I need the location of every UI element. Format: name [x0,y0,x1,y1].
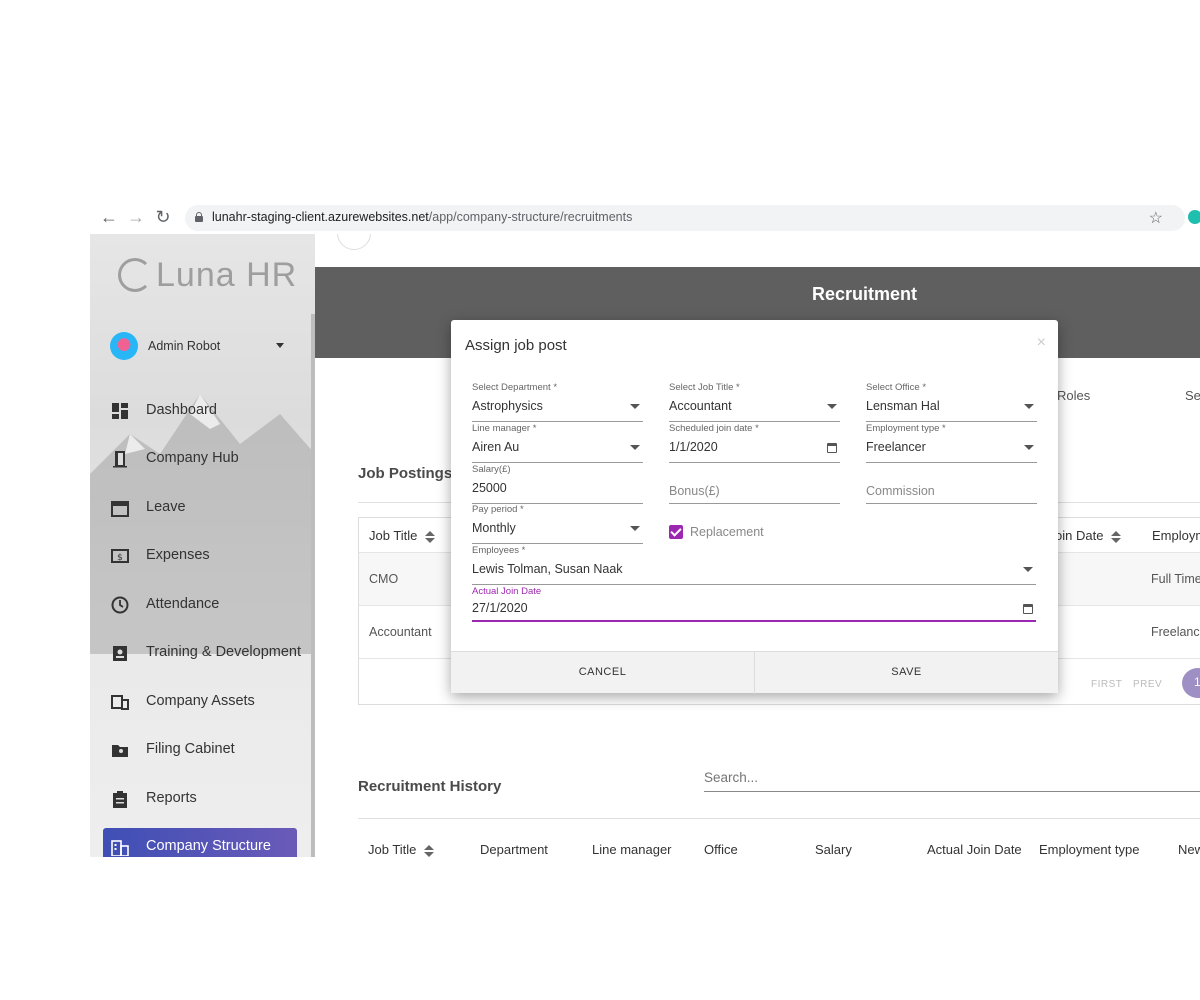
close-icon[interactable]: × [1037,334,1046,352]
recruitment-history-title: Recruitment History [358,778,502,795]
history-header-job-title[interactable]: Job Title [368,842,435,857]
avatar [110,332,138,360]
calendar-icon[interactable] [1023,604,1033,614]
money-icon: $ [111,549,129,563]
divider [358,818,1200,819]
history-header-employment-type[interactable]: Employment type [1039,842,1139,857]
actual-join-date-field[interactable]: Actual Join Date 27/1/2020 [472,586,1036,622]
replacement-label: Replacement [690,525,764,539]
cancel-button[interactable]: CANCEL [451,652,754,694]
sidebar-item-attendance[interactable]: Attendance [103,586,297,624]
history-header-office[interactable]: Office [704,842,738,857]
sidebar-item-company-hub[interactable]: Company Hub [103,440,297,478]
dashboard-icon [112,403,128,419]
building-icon [111,840,129,856]
history-header-actual-join-date[interactable]: Actual Join Date [927,842,1022,857]
reload-icon[interactable]: ↻ [152,206,174,228]
user-name: Admin Robot [148,339,221,353]
dropdown-arrow-icon [1024,445,1034,450]
sidebar-item-leave[interactable]: Leave [103,489,297,527]
line-manager-select[interactable]: Line manager * Airen Au [472,423,643,463]
column-header-job-title[interactable]: Job Title [369,528,436,543]
history-header-salary[interactable]: Salary [815,842,852,857]
back-arrow-icon[interactable]: ← [98,206,120,228]
tab-settings[interactable]: Se [1185,388,1200,403]
dropdown-arrow-icon [630,404,640,409]
search-field[interactable] [704,766,1200,792]
back-button[interactable] [337,234,371,250]
sidebar-item-company-assets[interactable]: Company Assets [103,683,297,721]
pay-period-select[interactable]: Pay period * Monthly [472,504,643,544]
column-header-join-date[interactable]: oin Date [1055,528,1122,543]
dropdown-arrow-icon [827,404,837,409]
svg-text:$: $ [117,553,123,563]
scheduled-join-date-field[interactable]: Scheduled join date * 1/1/2020 [669,423,840,463]
salary-field[interactable]: Salary(£) 25000 [472,464,643,504]
save-button[interactable]: SAVE [755,652,1058,694]
badge-icon [113,646,127,661]
bookmark-star-icon[interactable]: ☆ [1149,208,1163,228]
dropdown-arrow-icon [630,526,640,531]
replacement-checkbox[interactable] [669,525,683,539]
calendar-icon[interactable] [827,443,837,453]
calendar-icon [111,501,129,517]
job-title-select[interactable]: Select Job Title * Accountant [669,382,840,422]
office-select[interactable]: Select Office * Lensman Hal [866,382,1037,422]
pager-prev[interactable]: PREV [1133,679,1162,690]
assign-job-post-dialog: Assign job post × Select Department * As… [451,320,1058,694]
commission-field[interactable]: Commission [866,464,1037,504]
lock-icon [195,212,203,222]
moon-logo-icon [118,258,152,292]
department-select[interactable]: Select Department * Astrophysics [472,382,643,422]
clipboard-icon [113,791,127,808]
devices-icon [111,695,129,710]
history-header-line-manager[interactable]: Line manager [592,842,672,857]
sidebar-item-dashboard[interactable]: Dashboard [103,392,297,430]
app-window: ← → ↻ lunahr-staging-client.azurewebsite… [90,200,1200,857]
dropdown-arrow-icon [1024,404,1034,409]
pager-first[interactable]: FIRST [1091,679,1122,690]
sidebar: Luna HR Admin Robot Dashboard Company Hu… [90,234,315,857]
sort-icon[interactable] [425,530,436,543]
sidebar-item-filing-cabinet[interactable]: Filing Cabinet [103,731,297,769]
dropdown-arrow-icon [630,445,640,450]
search-input[interactable] [704,766,1200,785]
sort-icon[interactable] [1111,530,1122,543]
clock-icon [111,596,129,614]
user-menu[interactable]: Admin Robot [110,332,290,362]
url-text: lunahr-staging-client.azurewebsites.net/… [212,210,633,224]
tab-roles[interactable]: Roles [1057,388,1090,403]
job-postings-title: Job Postings [358,465,453,482]
sidebar-item-company-structure[interactable]: Company Structure [103,828,297,857]
dropdown-arrow-icon [1023,567,1033,572]
sort-icon[interactable] [424,844,435,857]
forward-arrow-icon[interactable]: → [125,206,147,228]
sidebar-item-reports[interactable]: Reports [103,780,297,818]
extension-icon[interactable] [1188,210,1200,224]
history-header-department[interactable]: Department [480,842,548,857]
dialog-title: Assign job post [465,337,567,354]
caret-down-icon[interactable] [276,343,284,348]
history-header-new[interactable]: New [1178,842,1200,857]
address-bar[interactable]: lunahr-staging-client.azurewebsites.net/… [185,205,1185,231]
sidebar-item-training[interactable]: Training & Development [103,634,301,672]
dialog-footer: CANCEL SAVE [451,651,1058,694]
page-title: Recruitment [812,284,918,304]
bonus-field[interactable]: Bonus(£) [669,464,840,504]
employees-select[interactable]: Employees * Lewis Tolman, Susan Naak [472,545,1036,585]
employment-type-select[interactable]: Employment type * Freelancer [866,423,1037,463]
sidebar-item-expenses[interactable]: $ Expenses [103,537,297,575]
door-icon [113,451,127,468]
folder-icon [112,745,128,757]
column-header-employment[interactable]: Employm [1152,528,1200,543]
browser-toolbar: ← → ↻ lunahr-staging-client.azurewebsite… [90,200,1200,234]
